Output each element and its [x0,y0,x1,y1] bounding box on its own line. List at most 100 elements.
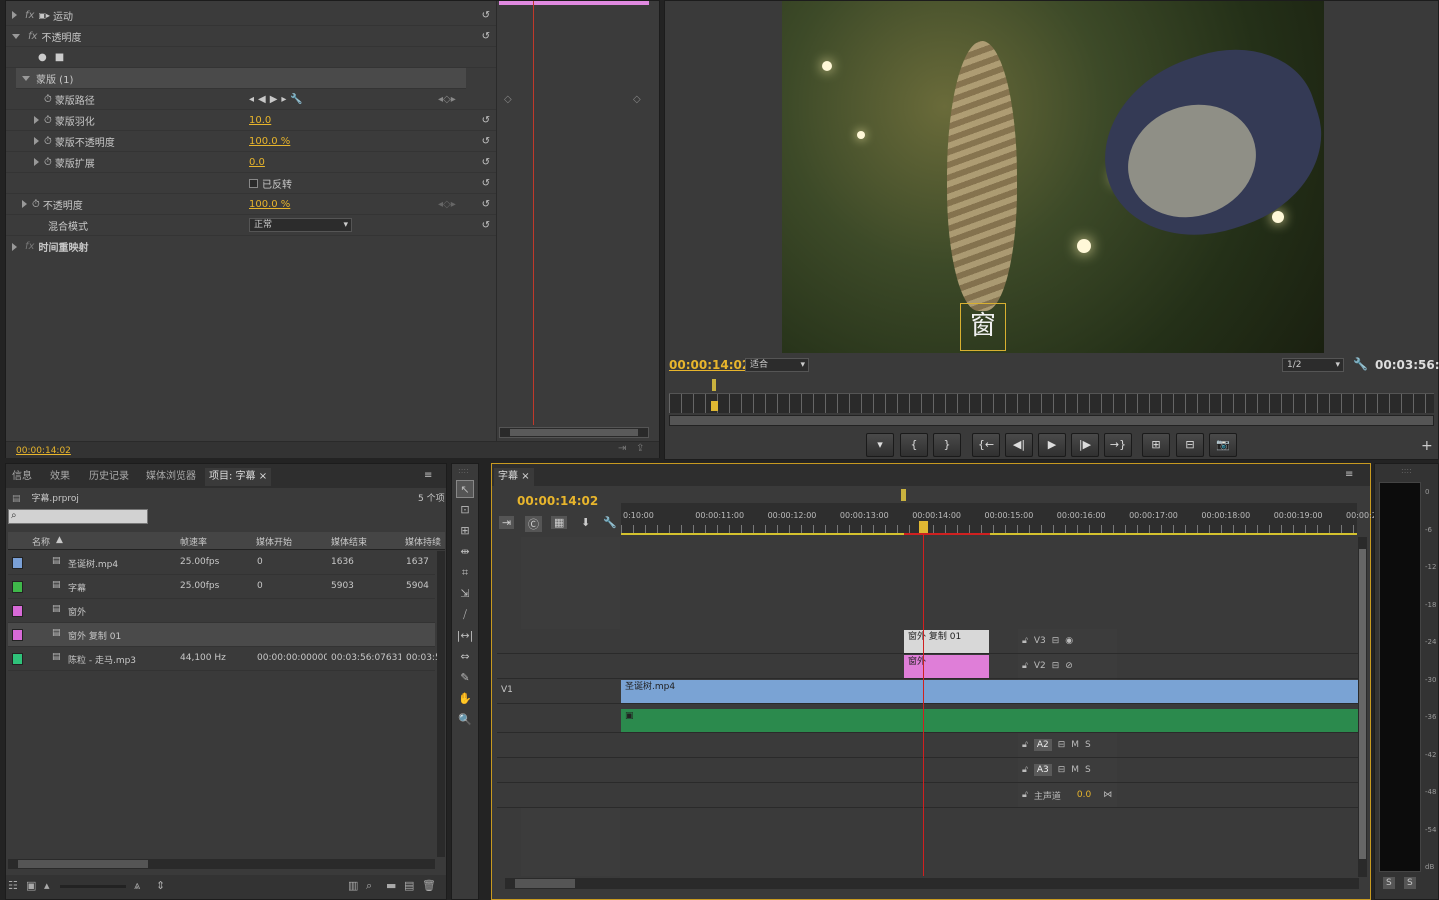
mask-feather-value[interactable]: 10.0 [249,115,271,126]
reset-icon[interactable]: ↺ [482,178,490,189]
program-time-ruler[interactable] [669,393,1434,413]
ripple-edit-icon[interactable]: ⊞ [456,522,474,540]
find-icon[interactable]: ⌕ [366,879,372,893]
automate-icon[interactable]: ⩓ [134,879,140,893]
project-scrollbar-h[interactable] [8,859,435,869]
mark-out-button[interactable]: } [933,433,961,457]
bin-icon[interactable]: ▥ [348,879,358,892]
zoom-out-icon[interactable]: ▴ [44,879,50,892]
mask-expand-value[interactable]: 0.0 [249,157,265,168]
hand-icon[interactable]: ✎ [456,669,474,687]
col-fps[interactable]: 帧速率 [180,535,207,548]
timeline-scrollbar-v[interactable] [1358,537,1367,877]
step-forward-button[interactable]: |▶ [1071,433,1099,457]
timeline-timecode[interactable]: 00:00:14:02 [517,494,598,508]
add-button-icon[interactable]: + [1421,438,1433,454]
reset-icon[interactable]: ↺ [482,199,490,210]
selection-tool-icon[interactable]: ↖ [456,480,474,498]
label-color-swatch[interactable] [12,557,23,569]
pen-icon[interactable]: ⇔ [456,648,474,666]
lift-button[interactable]: ⊞ [1142,433,1170,457]
stopwatch-icon[interactable]: ⏱ [44,136,52,147]
new-item-icon[interactable]: ▤ [404,879,414,892]
go-to-in-button[interactable]: {← [972,433,1000,457]
solo-button[interactable]: S [1085,765,1091,775]
panel-menu-icon[interactable]: ≡ [1345,469,1353,480]
tab-info[interactable]: 信息 [8,468,36,486]
keyframe-nav[interactable]: ◂◇▸ [438,199,456,210]
track-mask-controls[interactable]: ◂◀▶▸🔧 [249,94,307,105]
new-bin-icon[interactable]: ▬ [386,879,396,892]
label-color-swatch[interactable] [12,605,23,617]
inverted-checkbox[interactable] [249,178,258,188]
lock-icon[interactable]: 🔓︎ [1022,740,1028,750]
zoom-slider[interactable] [60,885,126,888]
reset-icon[interactable]: ↺ [482,31,490,42]
title-overlay-box[interactable]: 窗夕 [960,303,1006,351]
reset-icon[interactable]: ↺ [482,157,490,168]
sort-icon[interactable]: ⇕ [156,879,165,892]
project-scrollbar-v[interactable] [437,551,445,857]
stopwatch-icon[interactable]: ⏱ [32,199,40,210]
icon-view-icon[interactable]: ▣ [26,879,36,892]
close-icon[interactable]: × [521,471,529,482]
resolution-select[interactable]: 1/2 ▾ [1282,358,1344,372]
extract-button[interactable]: ⊟ [1176,433,1204,457]
fit-select[interactable]: 适合 ▾ [745,358,809,372]
tab-sequence[interactable]: 字幕 × [494,468,534,486]
opacity-row[interactable]: ⏱ 不透明度 100.0 % ◂◇▸ ↺ [6,194,496,215]
share-icon[interactable]: ⇪ [636,443,644,454]
blend-mode-select[interactable]: 正常 ▾ [249,218,352,232]
trash-icon[interactable]: 🗑 [422,879,436,892]
source-patch-v1[interactable]: V1 [501,685,513,695]
export-frame-button[interactable]: 📷 [1209,433,1237,457]
col-start[interactable]: 媒体开始 [256,535,292,548]
razor-icon[interactable]: ⇲ [456,585,474,603]
mute-button[interactable]: M [1071,740,1079,750]
work-area-marker[interactable] [901,489,906,501]
tab-history[interactable]: 历史记录 [85,468,133,486]
clip-v1[interactable]: 圣诞树.mp4 [621,680,1359,703]
reset-icon[interactable]: ↺ [482,136,490,147]
settings-wrench-icon[interactable]: 🔧 [603,516,617,529]
timeline-scrollbar-h[interactable] [505,878,1359,889]
lock-icon[interactable]: 🔓︎ [1022,790,1028,800]
mark-in-button[interactable]: { [900,433,928,457]
ec-timecode[interactable]: 00:00:14:02 [16,446,71,456]
project-item-row[interactable]: 圣诞树.mp4 25.00fps 0 1636 1637 ▤ [8,551,435,575]
list-view-icon[interactable]: ☷ [8,879,18,892]
toggle-sync-icon[interactable]: ⊟ [1058,740,1066,750]
go-to-out-button[interactable]: →} [1104,433,1132,457]
toggle-sync-icon[interactable]: ⊟ [1058,765,1066,775]
stopwatch-icon[interactable]: ⏱ [44,94,52,105]
project-item-row[interactable]: 陈粒 - 走马.mp3 44,100 Hz 00:00:00:00000 00:03:… [8,647,441,671]
rate-stretch-icon[interactable]: ⌗ [456,564,474,582]
program-scrollbar[interactable] [669,415,1434,426]
panel-menu-icon[interactable]: ≡ [424,470,432,481]
project-item-row[interactable]: 字幕 25.00fps 0 5903 5904 ▤ [8,575,435,599]
project-item-row[interactable]: 窗外 复制 01 ▤ [8,623,435,647]
mute-button[interactable]: M [1071,765,1079,775]
ellipse-mask-icon[interactable]: ● [38,52,47,63]
play-button[interactable]: ▶ [1038,433,1066,457]
clip-a1[interactable]: ▣ [621,709,1359,732]
solo-button[interactable]: S [1085,740,1091,750]
add-marker-button[interactable]: ▾ [866,433,894,457]
stopwatch-icon[interactable]: ⏱ [44,115,52,126]
col-duration[interactable]: 媒体持续 [405,535,441,548]
rect-mask-icon[interactable]: ■ [55,52,64,63]
eye-icon[interactable]: ◉ [1065,636,1073,646]
clip-v3[interactable]: 窗外 复制 01 [904,630,989,653]
effect-motion-row[interactable]: fx ▣▸ 运动 ↺ [6,5,496,26]
mask-opacity-row[interactable]: ⏱ 蒙版不透明度 100.0 % ↺ [6,131,496,152]
nest-icon[interactable]: ▦ [551,516,568,529]
solo-right-button[interactable]: S [1404,877,1416,889]
col-name[interactable]: 名称 [32,535,50,548]
mask-feather-row[interactable]: ⏱ 蒙版羽化 10.0 ↺ [6,110,496,131]
keyframe-nav[interactable]: ◂◇▸ [438,94,456,105]
label-color-swatch[interactable] [12,629,23,641]
close-icon[interactable]: × [259,471,267,482]
project-item-row[interactable]: 窗外 ▤ [8,599,435,623]
rolling-edit-icon[interactable]: ⇹ [456,543,474,561]
mask-row[interactable]: 蒙版 (1) [16,68,466,89]
